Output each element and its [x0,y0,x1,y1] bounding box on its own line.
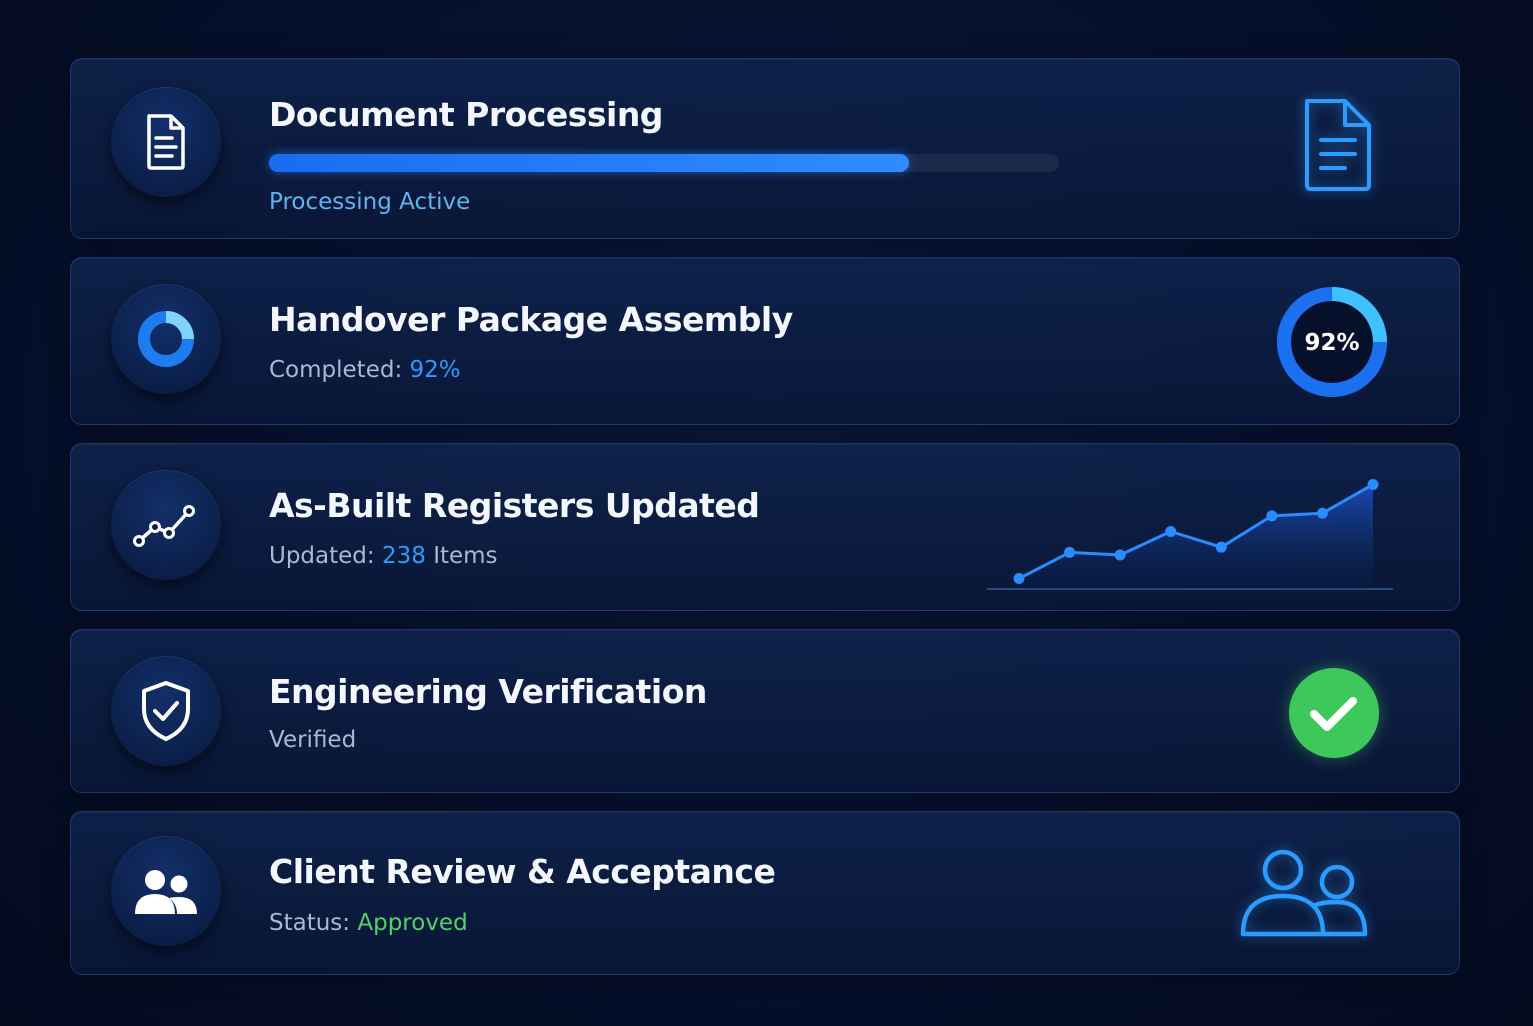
card-title: Document Processing [269,95,663,134]
status-unit: Items [433,543,498,569]
processing-progress-bar [269,154,1059,172]
chart-point [1165,526,1177,537]
status-value: Approved [357,910,468,936]
chart-point [1266,510,1278,522]
chart-point [1114,549,1126,561]
donut-value: 92% [1304,330,1359,356]
shield-check-icon [111,656,221,766]
chart-point [1013,573,1025,585]
users-icon [111,836,221,946]
status-value: 92% [409,357,461,383]
status-text: Status: Approved [269,910,468,936]
chart-point [1064,546,1076,558]
status-value: 238 [381,543,426,569]
chart-point [1316,507,1328,519]
card-handover-package[interactable]: Handover Package Assembly Completed: 92%… [70,257,1460,425]
card-title: Client Review & Acceptance [269,852,776,891]
card-client-review[interactable]: Client Review & Acceptance Status: Appro… [70,811,1460,975]
chart-point [1367,478,1379,490]
users-outline-icon [1235,842,1371,940]
registers-trend-chart [987,464,1397,594]
completion-donut: 92% [1273,283,1391,401]
card-as-built-registers[interactable]: As-Built Registers Updated Updated: 238 … [70,443,1460,611]
card-document-processing[interactable]: Document Processing Processing Active [70,58,1460,239]
card-title: Handover Package Assembly [269,300,793,339]
status-label: Status: [269,910,351,936]
card-title: As-Built Registers Updated [269,486,760,525]
status-text: Processing Active [269,189,471,215]
card-engineering-verification[interactable]: Engineering Verification Verified [70,629,1460,793]
progress-fill [269,154,909,172]
card-title: Engineering Verification [269,672,707,711]
status-label: Completed: [269,357,403,383]
check-circle-icon [1287,666,1381,760]
status-text: Completed: 92% [269,357,461,383]
document-icon [1299,95,1375,195]
donut-chart-icon [111,284,221,394]
chart-area [1019,484,1373,589]
status-text: Updated: 238 Items [269,543,498,569]
status-label: Updated: [269,543,375,569]
trend-line-icon [111,470,221,580]
status-text: Verified [269,727,357,753]
document-icon [111,87,221,197]
chart-point [1215,541,1227,553]
